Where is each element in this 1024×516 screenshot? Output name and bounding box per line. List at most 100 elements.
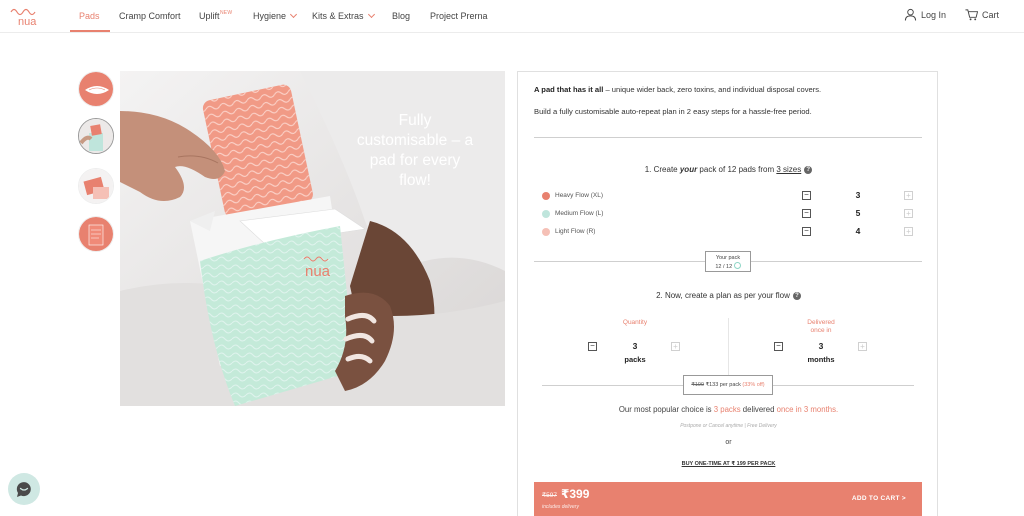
cart-delivery-note: includes delivery	[542, 504, 579, 510]
check-icon	[733, 262, 741, 269]
nav-kits-extras[interactable]: Kits & Extras	[312, 10, 375, 21]
popular-frequency: once in 3 months.	[776, 405, 839, 414]
intro-bold: A pad that has it all	[534, 85, 604, 94]
discount-label: (33% off)	[742, 382, 765, 388]
delivery-label: Delivered once in	[776, 319, 866, 335]
decrease-button[interactable]: −	[802, 227, 811, 236]
quantity-label: Quantity	[622, 319, 648, 326]
step1-emph: your	[679, 165, 698, 174]
decrease-button[interactable]: −	[802, 209, 811, 218]
nav-blog[interactable]: Blog	[392, 11, 410, 21]
delivery-decrease-button[interactable]: −	[774, 342, 783, 351]
step-2-title: 2. Now, create a plan as per your flow?	[518, 291, 939, 300]
product-hero-image: nua Fully customisable – a pad for every…	[120, 71, 505, 406]
increase-button[interactable]: +	[904, 227, 913, 236]
postpone-note: Postpone or Cancel anytime | Free Delive…	[680, 423, 777, 429]
thumbnail-3[interactable]	[78, 168, 114, 204]
chevron-down-icon	[289, 10, 298, 19]
step-1-title: 1. Create your pack of 12 pads from 3 si…	[518, 165, 939, 174]
chevron-down-icon	[367, 10, 375, 19]
nav-active-indicator	[70, 30, 110, 32]
step2-text: 2. Now, create a plan as per your flow	[656, 291, 790, 300]
nav-kits-label: Kits & Extras	[312, 11, 364, 21]
top-navigation: nua Pads Cramp Comfort Uplift NEW Hygien…	[0, 0, 1024, 33]
intro-text: A pad that has it all – unique wider bac…	[534, 85, 821, 94]
thumbnail-image	[79, 169, 113, 203]
nua-logo[interactable]: nua	[8, 4, 52, 28]
per-pack-price: ₹133 per pack	[705, 382, 741, 388]
delivery-unit: months	[807, 355, 835, 364]
quantity-unit: packs	[624, 355, 646, 364]
medium-flow-dot	[542, 210, 550, 218]
help-icon[interactable]: ?	[804, 166, 813, 174]
increase-button[interactable]: +	[904, 209, 913, 218]
flow-row-medium: Medium Flow (L) − 5 +	[542, 208, 922, 220]
nav-uplift[interactable]: Uplift	[199, 11, 220, 21]
chat-icon	[16, 482, 31, 497]
svg-text:nua: nua	[18, 16, 37, 28]
thumbnail-image	[79, 217, 113, 251]
intro-rest: – unique wider back, zero toxins, and in…	[603, 85, 822, 94]
flow-name: Medium Flow (L)	[555, 210, 604, 217]
step1-middle: pack of 12 pads from	[697, 165, 777, 174]
user-icon	[904, 8, 917, 21]
buy-one-time-link[interactable]: BUY ONE-TIME AT ₹ 199 PER PACK	[518, 461, 939, 467]
delivery-increase-button[interactable]: +	[858, 342, 867, 351]
popular-packs: 3 packs	[713, 405, 741, 414]
pack-count-row: 12 / 12	[706, 262, 750, 271]
delivery-label-line2: once in	[810, 327, 832, 334]
or-separator: or	[725, 439, 732, 446]
nav-hygiene-label: Hygiene	[253, 11, 287, 21]
cart-link[interactable]: Cart	[965, 8, 999, 21]
nav-project-prerna[interactable]: Project Prerna	[430, 11, 488, 21]
flow-quantity: 5	[855, 208, 861, 218]
divider	[534, 137, 922, 138]
flow-name: Light Flow (R)	[555, 228, 596, 235]
intro-subtext: Build a fully customisable auto-repeat p…	[534, 107, 812, 116]
flow-row-light: Light Flow (R) − 4 +	[542, 226, 922, 238]
flow-name: Heavy Flow (XL)	[555, 192, 604, 199]
flow-quantity: 3	[855, 190, 861, 200]
thumbnail-4[interactable]	[78, 216, 114, 252]
column-divider	[728, 318, 729, 376]
chat-widget-button[interactable]	[8, 473, 40, 505]
add-to-cart-bar[interactable]: ₹597 ₹399 includes delivery ADD TO CART …	[534, 482, 922, 516]
thumbnail-2[interactable]	[78, 118, 114, 154]
old-price: ₹199	[691, 382, 705, 388]
cart-new-price: ₹399	[561, 487, 590, 501]
cart-label: Cart	[982, 9, 1000, 20]
thumbnail-image	[79, 119, 113, 153]
plan-builder-panel: A pad that has it all – unique wider bac…	[517, 71, 938, 516]
thumbnail-image	[79, 72, 113, 106]
help-icon[interactable]: ?	[792, 292, 801, 300]
heavy-flow-dot	[542, 192, 550, 200]
popular-choice-text: Our most popular choice is 3 packs deliv…	[518, 405, 939, 414]
sizes-link[interactable]: 3 sizes	[776, 165, 801, 174]
hero-headline: Fully customisable – a pad for every flo…	[356, 112, 474, 189]
popular-middle: delivered	[740, 405, 777, 414]
add-to-cart-button[interactable]: ADD TO CART >	[852, 495, 906, 502]
login-label: Log In	[921, 9, 947, 20]
nav-hygiene[interactable]: Hygiene	[253, 10, 298, 21]
nav-pads[interactable]: Pads	[79, 11, 100, 21]
quantity-value: 3	[632, 341, 638, 351]
flow-quantity: 4	[855, 226, 861, 236]
quantity-decrease-button[interactable]: −	[588, 342, 597, 351]
light-flow-dot	[542, 228, 550, 236]
thumbnail-1[interactable]	[78, 71, 114, 107]
cart-icon	[965, 9, 978, 21]
quantity-increase-button[interactable]: +	[671, 342, 680, 351]
flow-row-heavy: Heavy Flow (XL) − 3 +	[542, 190, 922, 202]
cart-old-price: ₹597	[542, 492, 557, 499]
decrease-button[interactable]: −	[802, 191, 811, 200]
delivery-value: 3	[818, 341, 824, 351]
svg-text:nua: nua	[305, 263, 331, 280]
delivery-label-line1: Delivered	[807, 319, 835, 326]
step1-prefix: 1. Create	[644, 165, 680, 174]
popular-prefix: Our most popular choice is	[618, 405, 714, 414]
increase-button[interactable]: +	[904, 191, 913, 200]
price-per-pack: ₹199 ₹133 per pack (33% off)	[683, 375, 773, 395]
nav-cramp-comfort[interactable]: Cramp Comfort	[119, 11, 181, 21]
pack-label: Your pack	[715, 255, 741, 261]
login-link[interactable]: Log In	[904, 8, 946, 21]
